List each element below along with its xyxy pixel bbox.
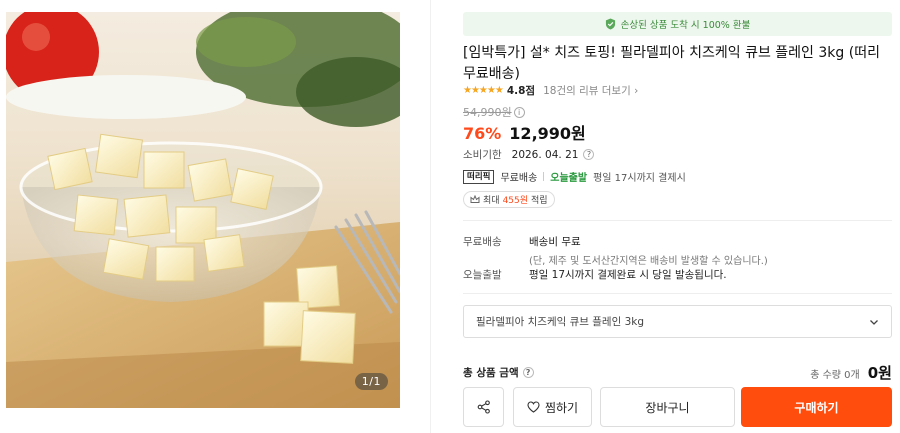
price-info-icon[interactable]: i — [513, 106, 525, 118]
crown-icon — [470, 195, 480, 203]
shipping-fee-row: 무료배송 배송비 무료 (단, 제주 및 도서산간지역은 배송비 발생할 수 있… — [463, 234, 768, 267]
rating-stars-icon: ★★★★★ — [463, 85, 504, 96]
share-icon — [477, 400, 490, 414]
today-ship-value: 평일 17시까지 결제완료 시 당일 발송됩니다. — [529, 269, 727, 281]
shipping-fee-value: 배송비 무료 — [529, 236, 581, 248]
sale-price-row: 76% 12,990원 — [463, 120, 586, 144]
expiry-date: 2026. 04. 21 — [511, 148, 579, 161]
buy-button-label: 구매하기 — [794, 400, 839, 415]
refund-notice: 손상된 상품 도착 시 100% 환불 — [463, 12, 892, 36]
today-ship-text: 오늘출발 — [550, 173, 588, 184]
heart-icon — [527, 401, 540, 413]
shipping-fee-note: (단, 제주 및 도서산간지역은 배송비 발생할 수 있습니다.) — [529, 256, 768, 267]
rating-row: ★★★★★ 4.8점 18건의 리뷰 더보기 › — [463, 83, 638, 98]
image-counter: 1/1 — [354, 373, 388, 390]
product-info-panel: 손상된 상품 도착 시 100% 환불 [임박특가] 설* 치즈 토핑! 필라델… — [463, 0, 893, 433]
points-amount: 455원 — [502, 196, 529, 206]
share-button[interactable] — [463, 387, 504, 427]
sale-price: 12,990원 — [509, 124, 586, 143]
points-badge: 최대 455원 적립 — [463, 191, 555, 208]
original-price-row: 54,990원 i — [463, 104, 525, 120]
section-divider — [463, 220, 892, 221]
option-select[interactable]: 필라델피아 치즈케익 큐브 플레인 3kg — [463, 305, 892, 338]
buy-button[interactable]: 구매하기 — [741, 387, 892, 427]
wish-button[interactable]: 찜하기 — [513, 387, 592, 427]
total-help-icon[interactable]: ? — [522, 367, 534, 378]
wish-button-label: 찜하기 — [544, 400, 579, 415]
cart-button-label: 장바구니 — [645, 400, 690, 415]
today-ship-label: 오늘출발 — [463, 269, 502, 281]
review-more-link[interactable]: 18건의 리뷰 더보기 › — [543, 83, 638, 98]
divider — [543, 172, 545, 181]
column-divider — [430, 0, 431, 433]
expiry-label: 소비기한 — [463, 149, 502, 161]
add-to-cart-button[interactable]: 장바구니 — [600, 387, 735, 427]
section-divider — [463, 293, 892, 294]
points-prefix: 최대 — [483, 196, 500, 206]
expiry-help-icon[interactable]: ? — [583, 149, 595, 160]
refund-notice-text: 손상된 상품 도착 시 100% 환불 — [620, 20, 751, 31]
product-image[interactable]: 1/1 — [6, 12, 400, 408]
chevron-down-icon — [870, 319, 878, 325]
original-price: 54,990원 — [463, 106, 512, 119]
ddurri-pick-badge: 떠리픽 — [463, 169, 495, 184]
option-selected-value: 필라델피아 치즈케익 큐브 플레인 3kg — [476, 316, 645, 328]
rating-score: 4.8점 — [506, 85, 536, 97]
discount-rate: 76% — [463, 124, 502, 143]
total-quantity: 총 수량 0개 — [810, 370, 860, 381]
today-ship-note: 평일 17시까지 결제시 — [593, 173, 686, 184]
today-ship-detail-row: 오늘출발 평일 17시까지 결제완료 시 당일 발송됩니다. — [463, 267, 727, 282]
shield-check-icon — [605, 18, 615, 30]
shipping-fee-label: 무료배송 — [463, 236, 502, 248]
cheese-cubes-photo — [6, 12, 400, 408]
shipping-badges-row: 떠리픽 무료배송 오늘출발 평일 17시까지 결제시 — [463, 169, 686, 184]
total-price: 0원 — [867, 364, 892, 382]
product-title: [임박특가] 설* 치즈 토핑! 필라델피아 치즈케익 큐브 플레인 3kg (… — [463, 45, 880, 82]
free-shipping-text: 무료배송 — [500, 173, 538, 184]
total-label: 총 상품 금액 — [463, 367, 519, 379]
total-row: 총 상품 금액 ? 총 수량 0개 0원 — [463, 362, 892, 383]
expiry-row: 소비기한 2026. 04. 21 ? — [463, 147, 595, 162]
points-suffix: 적립 — [531, 196, 548, 206]
